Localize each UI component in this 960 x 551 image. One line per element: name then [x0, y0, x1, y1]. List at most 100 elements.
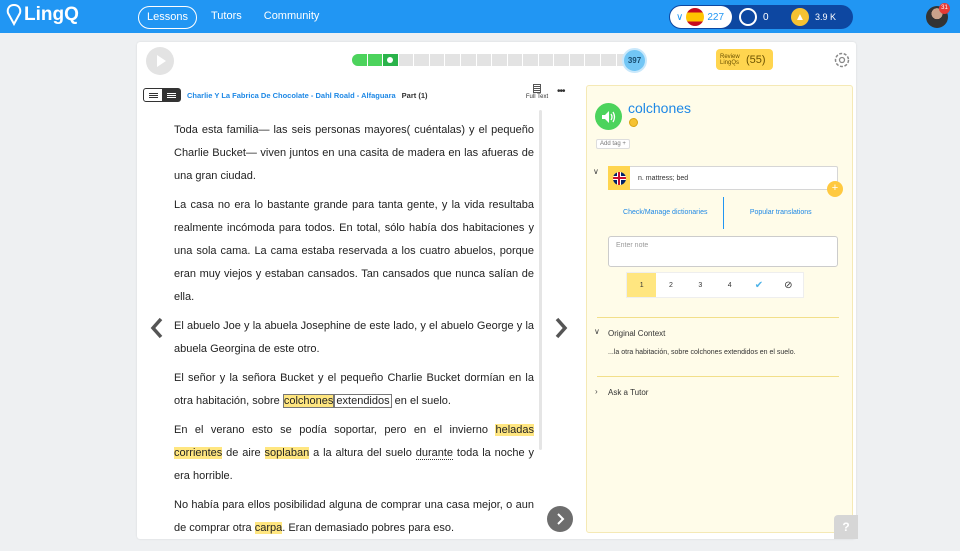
manage-dictionaries-link[interactable]: Check/Manage dictionaries — [608, 197, 724, 229]
paragraph[interactable]: La casa no era lo bastante grande para t… — [174, 194, 534, 309]
paragraph[interactable]: En el verano esto se podía soportar, per… — [174, 419, 534, 488]
notification-badge: 31 — [939, 3, 950, 14]
coins-stat[interactable]: ▲ 3.9 K — [791, 8, 836, 26]
progress-segment — [477, 54, 493, 66]
text-span: en el suelo. — [391, 395, 451, 407]
paragraph[interactable]: No había para ellos posibilidad alguna d… — [174, 494, 534, 540]
logo-pin-icon — [6, 4, 22, 26]
chevron-down-icon[interactable]: ∨ — [593, 167, 599, 176]
progress-segment — [399, 54, 415, 66]
meaning-field[interactable]: n. mattress; bed — [608, 166, 838, 190]
lingq-word-corrientes[interactable]: corrientes — [174, 447, 223, 459]
lingq-logo[interactable]: LingQ — [6, 4, 79, 26]
meaning-text: n. mattress; bed — [638, 174, 689, 182]
divider — [597, 317, 839, 318]
paragraph[interactable]: El abuelo Joe y la abuela Josephine de e… — [174, 315, 534, 361]
paragraph[interactable]: El señor y la señora Bucket y el pequeño… — [174, 367, 534, 413]
progress-segment — [523, 54, 539, 66]
status-coin-icon — [629, 118, 638, 127]
full-text-label: Full Text — [525, 94, 549, 100]
paragraph[interactable]: Toda esta familia— las seis personas may… — [174, 119, 534, 188]
term-title: colchones — [628, 100, 692, 116]
chevron-down-icon: ∨ — [676, 11, 684, 23]
document-icon — [533, 84, 541, 93]
text-scrollbar[interactable] — [539, 110, 542, 450]
progress-segment — [461, 54, 477, 66]
lingq-word-carpa[interactable]: carpa — [254, 522, 283, 534]
level-4-button[interactable]: 4 — [715, 273, 744, 297]
progress-segment — [508, 54, 524, 66]
lesson-text: Toda esta familia— las seis personas may… — [174, 119, 534, 546]
progress-segment — [585, 54, 601, 66]
progress-segment — [445, 54, 461, 66]
word-durante[interactable]: durante — [415, 447, 454, 460]
next-lesson-button[interactable] — [547, 506, 573, 532]
note-input[interactable]: Enter note — [608, 236, 838, 267]
lesson-title[interactable]: Charlie Y La Fabrica De Chocolate - Dahl… — [187, 91, 396, 100]
add-tag-button[interactable]: Add tag + — [596, 139, 630, 149]
coins-count: 3.9 K — [815, 12, 837, 22]
level-1-button[interactable]: 1 — [627, 273, 657, 297]
review-lingqs-button[interactable]: Review LingQs (55) — [716, 49, 773, 70]
more-options-icon[interactable]: ••• — [557, 86, 565, 97]
progress-segment — [352, 54, 368, 66]
level-3-button[interactable]: 3 — [686, 273, 715, 297]
progress-segment — [570, 54, 586, 66]
spanish-flag-icon — [686, 8, 705, 26]
selected-word-colchones[interactable]: colchones — [282, 394, 335, 408]
word-panel — [586, 85, 853, 533]
gear-icon[interactable] — [832, 50, 852, 70]
logo-text: LingQ — [24, 4, 79, 25]
next-page-icon[interactable] — [552, 316, 570, 340]
chevron-right-icon[interactable]: › — [595, 387, 598, 396]
lesson-progress-bar[interactable] — [352, 54, 632, 66]
known-check-icon[interactable]: ✔ — [744, 273, 773, 297]
language-selector[interactable]: ∨ 227 — [670, 6, 732, 28]
level-2-button[interactable]: 2 — [656, 273, 685, 297]
progress-segment — [414, 54, 430, 66]
progress-segment — [492, 54, 508, 66]
uk-flag-icon — [612, 171, 626, 185]
original-context-title[interactable]: Original Context — [608, 329, 665, 338]
nav-tutors[interactable]: Tutors — [203, 6, 250, 29]
progress-segment — [383, 54, 399, 66]
text-span: de aire — [222, 447, 265, 459]
chevron-down-icon[interactable]: ∨ — [594, 327, 600, 336]
word-extendidos[interactable]: extendidos — [334, 394, 392, 408]
status-levels: 1 2 3 4 ✔ ⊘ — [626, 272, 804, 298]
play-audio-button[interactable] — [595, 103, 622, 130]
progress-count-badge: 397 — [622, 48, 647, 73]
ask-tutor-link[interactable]: Ask a Tutor — [608, 388, 648, 397]
nav-lessons[interactable]: Lessons — [138, 6, 197, 29]
streak-stat[interactable]: 0 — [739, 8, 769, 26]
words-known-count: 227 — [707, 11, 725, 23]
main-nav: Lessons Tutors Community — [138, 6, 327, 29]
review-label: Review LingQs — [720, 53, 740, 66]
play-button[interactable] — [146, 47, 174, 75]
add-meaning-button[interactable]: + — [827, 181, 843, 197]
previous-page-icon[interactable] — [148, 316, 166, 340]
streak-count: 0 — [763, 11, 769, 23]
speaker-icon — [601, 110, 615, 123]
progress-segment — [367, 54, 384, 66]
popular-translations-link[interactable]: Popular translations — [724, 197, 839, 229]
nav-community[interactable]: Community — [256, 6, 328, 29]
text-span: En el verano esto se podía soportar, per… — [174, 424, 496, 436]
stats-bar: ∨ 227 0 ▲ 3.9 K — [669, 5, 853, 29]
lingq-word-soplaban[interactable]: soplaban — [264, 447, 310, 459]
text-span: a la altura del suelo — [309, 447, 416, 459]
ignore-icon[interactable]: ⊘ — [774, 273, 803, 297]
dictionary-links: Check/Manage dictionaries Popular transl… — [608, 197, 838, 229]
meaning-language-selector[interactable] — [608, 166, 630, 190]
review-count: (55) — [746, 53, 766, 66]
lingq-word-heladas[interactable]: heladas — [495, 424, 534, 436]
chevron-right-icon — [557, 513, 565, 525]
full-text-button[interactable]: Full Text — [522, 84, 552, 100]
lesson-header: Charlie Y La Fabrica De Chocolate - Dahl… — [143, 86, 573, 104]
help-button[interactable]: ? — [834, 515, 858, 539]
text-span: . Eran demasiado pobres para eso. — [282, 522, 455, 534]
view-toggle-icon[interactable] — [143, 88, 181, 102]
progress-segment — [539, 54, 555, 66]
progress-segment — [601, 54, 617, 66]
original-context-text: ...la otra habitación, sobre colchones e… — [608, 349, 796, 356]
